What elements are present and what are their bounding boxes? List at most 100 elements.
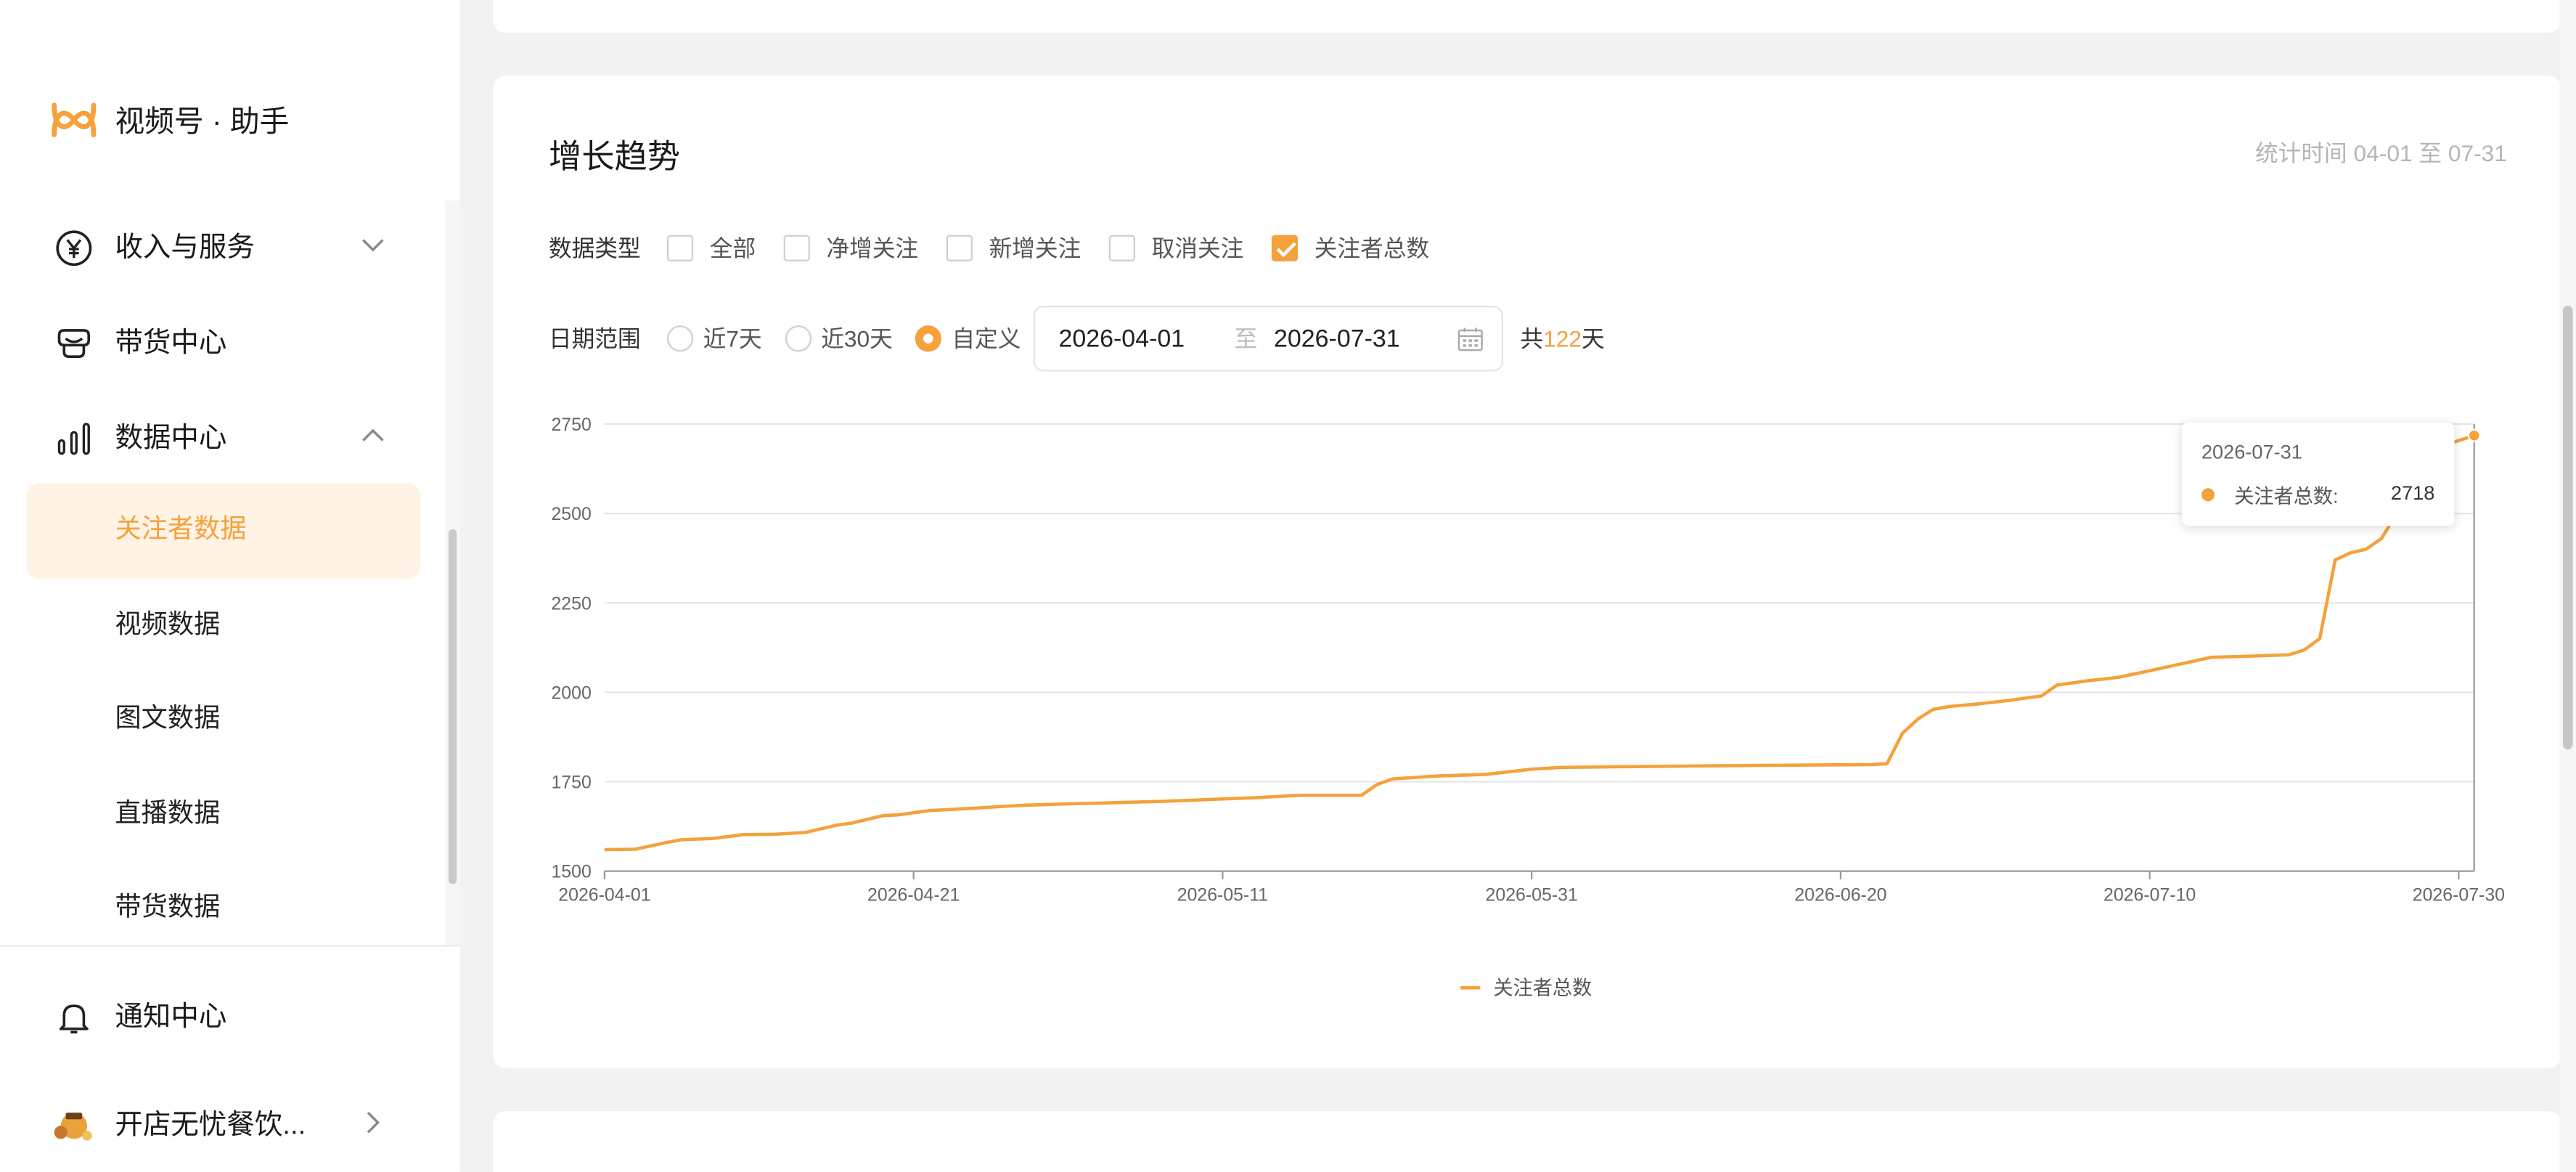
sidebar-item-income[interactable]: 收入与服务 — [0, 200, 460, 296]
checkbox-box[interactable] — [666, 235, 694, 261]
checkbox-all[interactable]: 全部 — [666, 232, 756, 264]
date-separator: 至 — [1234, 325, 1258, 352]
shop-bag-icon — [57, 329, 91, 358]
sidebar-scroll-thumb[interactable] — [448, 529, 457, 884]
end-date-input[interactable]: 2026-07-31 — [1274, 325, 1400, 352]
sidebar-subitem-label: 关注者数据 — [115, 516, 247, 545]
series-point-highlight — [2467, 428, 2481, 442]
previous-card — [493, 0, 2561, 33]
sidebar-subitem-goods-data[interactable]: 带货数据 — [26, 861, 420, 945]
y-tick-label: 2000 — [551, 683, 591, 703]
page-scrollbar[interactable] — [2559, 0, 2576, 1172]
y-tick-label: 1750 — [551, 773, 591, 793]
sidebar-item-account[interactable]: 开店无忧餐饮... — [0, 1078, 460, 1172]
checkbox-unfollow[interactable]: 取消关注 — [1108, 232, 1244, 264]
sidebar-subitem-label: 视频数据 — [115, 611, 221, 640]
y-tick-label: 1500 — [551, 862, 591, 882]
total-prefix: 共 — [1520, 325, 1544, 352]
sidebar-item-data-center[interactable]: 数据中心 — [0, 391, 460, 487]
chart-legend[interactable]: 关注者总数 — [1460, 973, 1592, 1001]
data-type-label: 数据类型 — [548, 235, 641, 261]
radio-label: 近30天 — [821, 325, 893, 352]
checkbox-box[interactable] — [1271, 235, 1299, 261]
radio-circle[interactable] — [666, 325, 694, 352]
sidebar-item-label: 通知中心 — [115, 1001, 227, 1033]
data-type-row: 数据类型 全部 净增关注 新增关注 取消关注 关注者总数 — [549, 230, 1457, 266]
sidebar-subitem-live-data[interactable]: 直播数据 — [26, 768, 420, 863]
sidebar-subitem-label: 图文数据 — [115, 704, 221, 733]
checkbox-label: 新增关注 — [989, 235, 1081, 261]
card-title: 增长趋势 — [548, 139, 681, 176]
tooltip-series-name: 关注者总数: — [2234, 484, 2339, 508]
x-tick-label: 2026-05-11 — [1177, 884, 1268, 905]
page-scroll-thumb[interactable] — [2562, 305, 2573, 750]
sidebar-nav: 收入与服务 带货中心 数据中心 关注者数据 视频数据 图文数据 直播数据 带货数… — [0, 200, 460, 945]
y-tick-label: 2250 — [551, 593, 591, 614]
date-range-label: 日期范围 — [548, 325, 641, 352]
sidebar-item-label: 开店无忧餐饮... — [115, 1109, 306, 1141]
legend-label: 关注者总数 — [1493, 976, 1592, 1000]
checkbox-label: 全部 — [709, 235, 756, 261]
x-tick-label: 2026-04-21 — [867, 884, 960, 905]
growth-trend-card: 增长趋势 统计时间 04-01 至 07-31 数据类型 全部 净增关注 新增关… — [493, 76, 2561, 1069]
checkbox-label: 关注者总数 — [1314, 235, 1430, 261]
radio-circle[interactable] — [915, 325, 942, 352]
x-tick-label: 2026-07-30 — [2413, 884, 2505, 905]
sidebar-item-label: 收入与服务 — [115, 232, 255, 264]
sidebar-subitem-label: 直播数据 — [115, 800, 221, 829]
channels-logo-icon — [52, 102, 97, 137]
sidebar-subitem-article-data[interactable]: 图文数据 — [26, 672, 420, 768]
sidebar-item-notification[interactable]: 通知中心 — [0, 969, 460, 1065]
radio-label: 近7天 — [703, 325, 762, 352]
next-card — [493, 1111, 2561, 1172]
sidebar-subitem-video-data[interactable]: 视频数据 — [26, 579, 420, 674]
sidebar-item-goods[interactable]: 带货中心 — [0, 296, 460, 391]
x-tick-label: 2026-05-31 — [1486, 884, 1578, 905]
total-suffix: 天 — [1582, 325, 1605, 352]
x-tick-label: 2026-06-20 — [1794, 884, 1886, 905]
legend-line-swatch — [1460, 985, 1481, 989]
sidebar: 视频号 · 助手 收入与服务 带货中心 数据中心 关注者数据 视频数据 图文数据… — [0, 0, 460, 1172]
calendar-icon[interactable] — [1457, 327, 1484, 351]
total-days-count: 122 — [1543, 325, 1582, 352]
checkbox-total-followers[interactable]: 关注者总数 — [1271, 232, 1430, 264]
tooltip-value: 2718 — [2390, 481, 2435, 505]
radio-label: 自定义 — [952, 325, 1021, 352]
sidebar-subitem-follower-data[interactable]: 关注者数据 — [26, 483, 421, 579]
y-tick-label: 2750 — [551, 415, 591, 435]
sidebar-subitem-label: 带货数据 — [115, 894, 221, 922]
sidebar-item-label: 数据中心 — [115, 422, 227, 454]
start-date-input[interactable]: 2026-04-01 — [1058, 325, 1185, 352]
checkbox-label: 取消关注 — [1151, 235, 1244, 261]
app-name: 视频号 · 助手 — [115, 105, 290, 139]
app-root: 视频号 · 助手 收入与服务 带货中心 数据中心 关注者数据 视频数据 图文数据… — [0, 0, 2576, 1172]
x-tick-label: 2026-04-01 — [558, 884, 650, 905]
date-range-row: 日期范围 近7天 近30天 自定义 2026-04-01 至 2026-07-3… — [548, 305, 1605, 372]
y-tick-label: 2500 — [551, 504, 591, 524]
sidebar-item-label: 带货中心 — [115, 327, 227, 359]
radio-custom[interactable]: 自定义 — [915, 322, 1021, 355]
chart-tooltip: 2026-07-31 关注者总数: 2718 — [2181, 422, 2455, 526]
stat-time: 统计时间 04-01 至 07-31 — [2254, 139, 2507, 166]
radio-30days[interactable]: 近30天 — [785, 322, 893, 355]
checkbox-box[interactable] — [946, 235, 973, 261]
tooltip-series-dot — [2201, 488, 2215, 502]
sidebar-scrollbar[interactable] — [445, 200, 460, 945]
chevron-right-icon — [367, 1112, 380, 1134]
date-range-picker[interactable]: 2026-04-01 至 2026-07-31 — [1034, 305, 1504, 372]
chevron-down-icon — [362, 239, 384, 252]
checkbox-net-follow[interactable]: 净增关注 — [783, 232, 918, 264]
radio-circle[interactable] — [785, 325, 811, 352]
yen-circle-icon — [56, 230, 92, 266]
avatar — [54, 1112, 92, 1141]
app-logo[interactable]: 视频号 · 助手 — [49, 99, 289, 142]
bell-icon — [59, 1004, 89, 1034]
bar-chart-icon — [57, 423, 90, 455]
checkbox-box[interactable] — [1108, 235, 1136, 261]
checkbox-box[interactable] — [783, 235, 810, 261]
tooltip-date: 2026-07-31 — [2201, 440, 2302, 464]
total-days: 共122天 — [1520, 322, 1604, 355]
radio-7days[interactable]: 近7天 — [666, 322, 762, 355]
checkbox-new-follow[interactable]: 新增关注 — [946, 232, 1081, 264]
x-tick-label: 2026-07-10 — [2103, 884, 2196, 905]
